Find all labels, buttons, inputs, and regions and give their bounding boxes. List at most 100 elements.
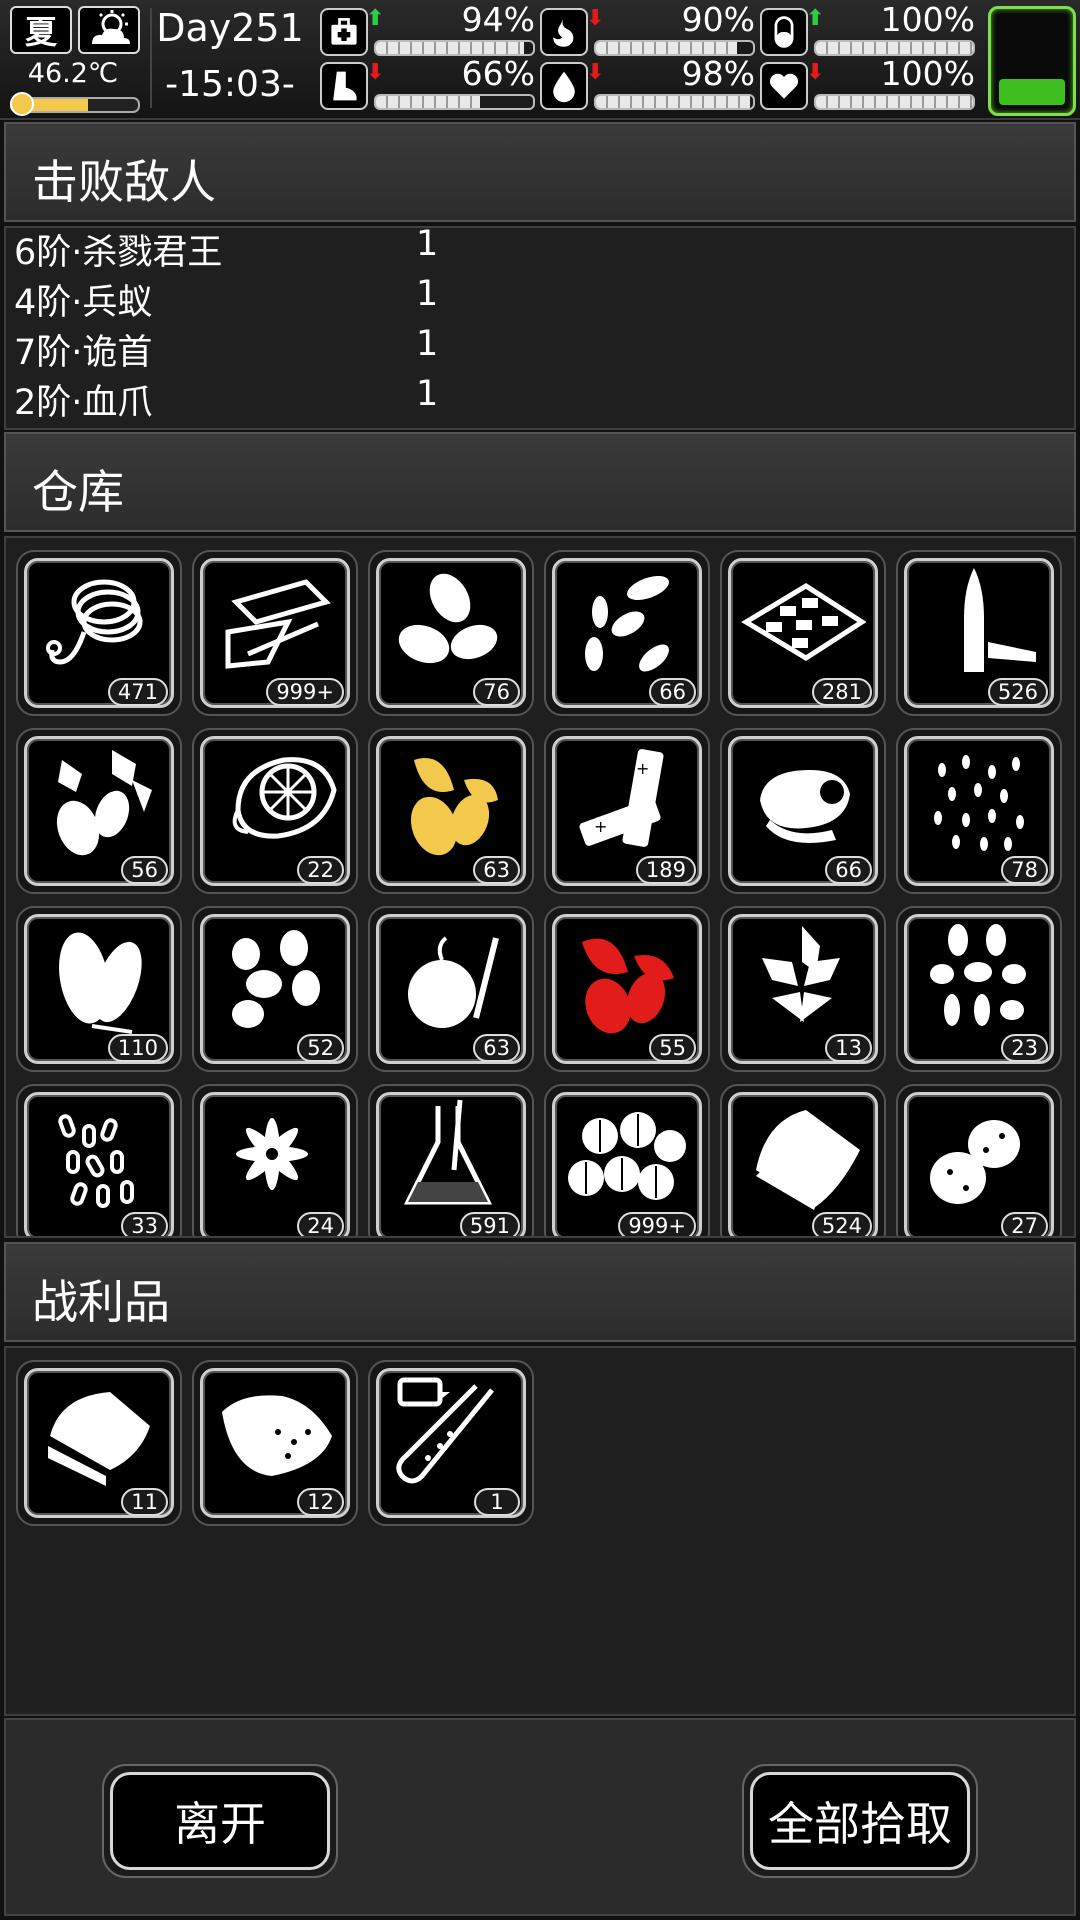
section-title: 仓库: [32, 465, 124, 519]
item-slot[interactable]: 63: [368, 906, 534, 1072]
item-count-badge: 33: [121, 1212, 168, 1236]
trend-arrow-icon: ⬇: [366, 60, 385, 85]
pill-icon: [760, 8, 808, 56]
item-count-badge: 66: [825, 856, 872, 884]
item-slot[interactable]: 78: [896, 728, 1062, 894]
trend-arrow-icon: ⬆: [806, 6, 825, 31]
item-count-badge: 55: [649, 1034, 696, 1062]
storage-header: 仓库: [4, 432, 1076, 532]
item-slot[interactable]: 1: [368, 1360, 534, 1526]
item-slot[interactable]: 110: [16, 906, 182, 1072]
leave-button[interactable]: 离开: [102, 1764, 338, 1878]
item-slot[interactable]: + +189: [544, 728, 710, 894]
item-count-badge: 110: [107, 1034, 168, 1062]
item-slot[interactable]: 63: [368, 728, 534, 894]
item-count-badge: 76: [473, 678, 520, 706]
stat-bar: [814, 94, 975, 110]
enemy-count: 1: [416, 226, 439, 264]
stat-percent: 100%: [880, 54, 975, 93]
item-count-badge: 591: [459, 1212, 520, 1236]
item-slot[interactable]: 999+: [544, 1084, 710, 1236]
item-count-badge: 66: [649, 678, 696, 706]
item-slot[interactable]: 591: [368, 1084, 534, 1236]
loot-grid[interactable]: 11 12 1: [4, 1346, 1076, 1716]
stat-percent: 94%: [461, 0, 535, 39]
section-title: 击败敌人: [32, 155, 216, 209]
item-count-badge: 63: [473, 856, 520, 884]
temperature-knob: [10, 92, 34, 116]
item-count-badge: 526: [987, 678, 1048, 706]
item-slot[interactable]: 52: [192, 906, 358, 1072]
item-count-badge: 22: [297, 856, 344, 884]
enemy-row: 4阶·兵蚁 1: [14, 274, 614, 324]
enemy-name: 4阶·兵蚁: [14, 283, 153, 323]
clock-time: -15:03-: [165, 64, 295, 105]
defeated-enemies-list[interactable]: 6阶·杀戮君王 1 4阶·兵蚁 1 7阶·诡首 1 2阶·血爪 1: [4, 226, 1076, 430]
item-slot[interactable]: 66: [720, 728, 886, 894]
stat-percent: 100%: [880, 0, 975, 39]
stamina-stat: ⬇ 66%: [320, 54, 535, 112]
item-count-badge: 27: [1001, 1212, 1048, 1236]
status-hud: 夏 46.2℃ Day251 -15:03- ⬆ 94% ⬇ 90% ⬆ 100…: [0, 0, 1080, 120]
section-title: 战利品: [32, 1275, 170, 1329]
item-count-badge: 11: [121, 1488, 168, 1516]
item-count-badge: 999+: [266, 678, 344, 706]
item-slot[interactable]: 526: [896, 550, 1062, 716]
medkit-icon: [320, 8, 368, 56]
take-all-button-label: 全部拾取: [750, 1772, 970, 1870]
item-slot[interactable]: 27: [896, 1084, 1062, 1236]
item-slot[interactable]: 471: [16, 550, 182, 716]
hunger-stat: ⬇ 90%: [540, 0, 755, 58]
item-count-badge: 12: [297, 1488, 344, 1516]
item-count-badge: 471: [107, 678, 168, 706]
enemy-name: 7阶·诡首: [14, 333, 153, 373]
item-slot[interactable]: 22: [192, 728, 358, 894]
storage-grid[interactable]: 471 999+ 76 66 281 526 56 22 63 + +189 66 78 110 52 63 5…: [4, 536, 1076, 1238]
action-bar: 离开 全部拾取: [4, 1718, 1076, 1916]
enemy-row: 2阶·血爪 1: [14, 374, 614, 424]
thirst-stat: ⬇ 98%: [540, 54, 755, 112]
item-slot[interactable]: 66: [544, 550, 710, 716]
trend-arrow-icon: ⬇: [586, 6, 605, 31]
heart-icon: [760, 62, 808, 110]
defeated-enemies-header: 击败敌人: [4, 122, 1076, 222]
item-count-badge: 524: [811, 1212, 872, 1236]
item-count-badge: 1: [474, 1488, 520, 1516]
trend-arrow-icon: ⬇: [586, 60, 605, 85]
water-drop-icon: [540, 62, 588, 110]
stat-percent: 90%: [681, 0, 755, 39]
take-all-button[interactable]: 全部拾取: [742, 1764, 978, 1878]
item-count-badge: 78: [1001, 856, 1048, 884]
item-slot[interactable]: 999+: [192, 550, 358, 716]
trend-arrow-icon: ⬆: [366, 6, 385, 31]
weather-icon: [78, 6, 140, 54]
health-stat: ⬆ 94%: [320, 0, 535, 58]
item-slot[interactable]: 56: [16, 728, 182, 894]
season-label: 夏: [24, 13, 57, 51]
item-slot[interactable]: 33: [16, 1084, 182, 1236]
stat-bar: [374, 94, 535, 110]
enemy-name: 6阶·杀戮君王: [14, 233, 223, 273]
trend-arrow-icon: ⬇: [806, 60, 825, 85]
item-slot[interactable]: 11: [16, 1360, 182, 1526]
foot-icon: [320, 62, 368, 110]
svg-text:+: +: [594, 817, 607, 836]
item-slot[interactable]: 23: [896, 906, 1062, 1072]
item-slot[interactable]: 55: [544, 906, 710, 1072]
item-slot[interactable]: 76: [368, 550, 534, 716]
stat-percent: 98%: [681, 54, 755, 93]
mood-stat: ⬇ 100%: [760, 54, 975, 112]
enemy-count: 1: [416, 374, 439, 414]
item-slot[interactable]: 24: [192, 1084, 358, 1236]
enemy-row: 7阶·诡首 1: [14, 324, 614, 374]
item-count-badge: 13: [825, 1034, 872, 1062]
item-slot[interactable]: 12: [192, 1360, 358, 1526]
temperature-readout: 46.2℃: [27, 58, 119, 89]
svg-text:+: +: [636, 759, 649, 778]
day-counter: Day251: [156, 6, 304, 50]
item-slot[interactable]: 13: [720, 906, 886, 1072]
item-slot[interactable]: 524: [720, 1084, 886, 1236]
item-count-badge: 999+: [618, 1212, 696, 1236]
item-slot[interactable]: 281: [720, 550, 886, 716]
item-count-badge: 56: [121, 856, 168, 884]
